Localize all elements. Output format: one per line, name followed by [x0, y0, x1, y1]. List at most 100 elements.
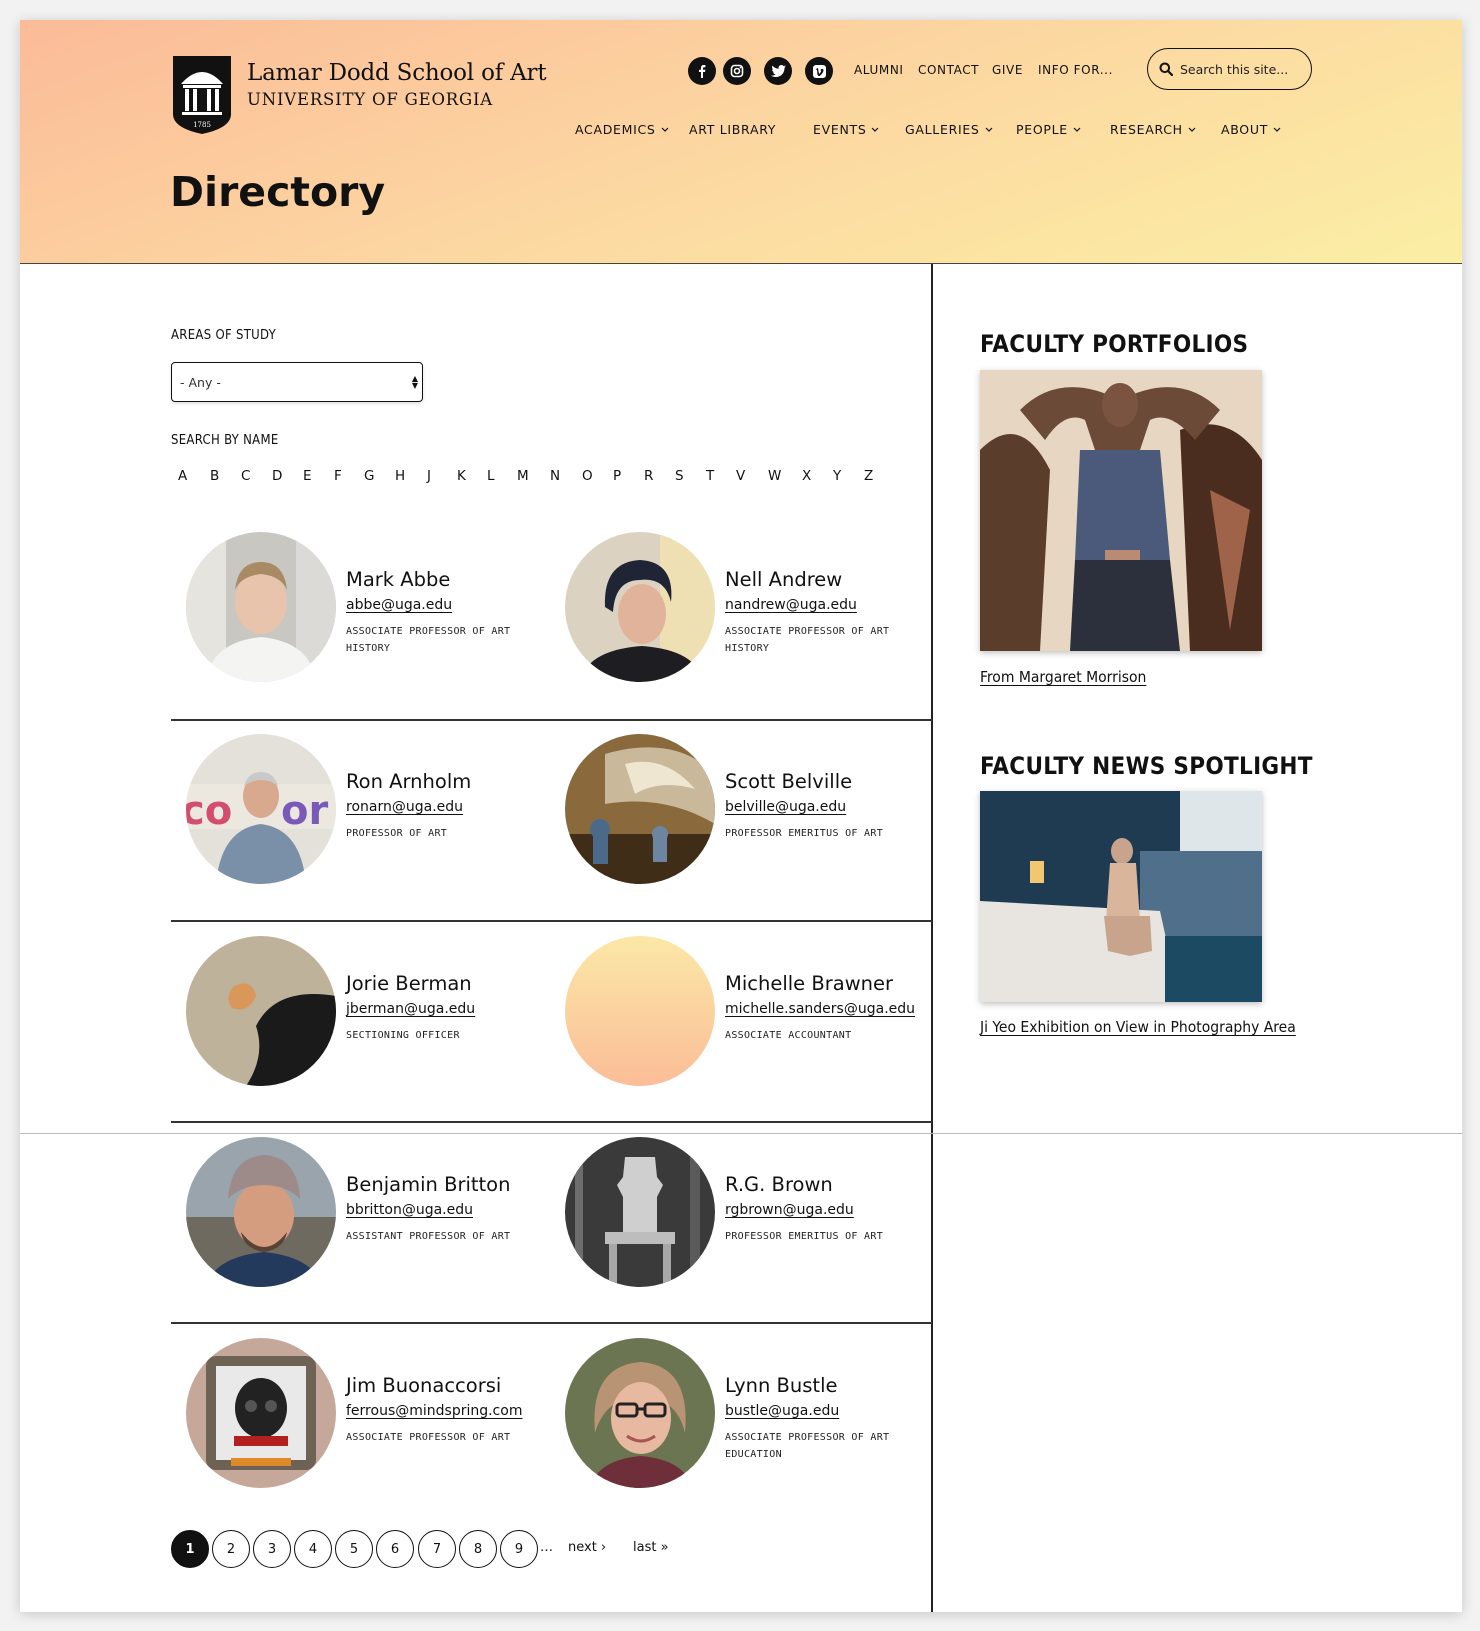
- info-for-link[interactable]: INFO FOR...: [1038, 63, 1113, 77]
- person-email[interactable]: belville@uga.edu: [725, 799, 846, 815]
- nav-label: ART LIBRARY: [689, 122, 777, 137]
- person-name[interactable]: R.G. Brown: [725, 1173, 833, 1196]
- contact-link[interactable]: CONTACT: [918, 63, 979, 77]
- letter-filter-v[interactable]: V: [736, 468, 745, 484]
- letter-filter-d[interactable]: D: [272, 468, 282, 484]
- letter-filter-x[interactable]: X: [802, 468, 811, 484]
- faculty-portfolios-heading: FACULTY PORTFOLIOS: [980, 330, 1249, 358]
- svg-text:co: co: [186, 788, 232, 834]
- person-email[interactable]: abbe@uga.edu: [346, 597, 452, 613]
- pager-page-3[interactable]: 3: [253, 1530, 291, 1568]
- pager-page-2[interactable]: 2: [212, 1530, 250, 1568]
- letter-filter-w[interactable]: W: [768, 468, 781, 484]
- school-name[interactable]: Lamar Dodd School of Art: [247, 60, 547, 86]
- page-title: Directory: [170, 168, 386, 216]
- alumni-link[interactable]: ALUMNI: [854, 63, 904, 77]
- instagram-icon[interactable]: [723, 57, 751, 85]
- site-header: 1785 Lamar Dodd School of Art UNIVERSITY…: [20, 20, 1462, 264]
- avatar[interactable]: [186, 1137, 336, 1287]
- pager-page-4[interactable]: 4: [294, 1530, 332, 1568]
- faculty-portfolio-link[interactable]: From Margaret Morrison: [980, 668, 1146, 686]
- pager-page-5[interactable]: 5: [335, 1530, 373, 1568]
- pager-page-1[interactable]: 1: [171, 1530, 209, 1568]
- avatar[interactable]: [186, 936, 336, 1086]
- letter-filter-b[interactable]: B: [210, 468, 219, 484]
- pager-next[interactable]: next ›: [568, 1540, 606, 1555]
- nav-art-library[interactable]: ART LIBRARY: [689, 122, 776, 137]
- person-email[interactable]: ronarn@uga.edu: [346, 799, 463, 815]
- letter-filter-r[interactable]: R: [644, 468, 653, 484]
- avatar[interactable]: [565, 1137, 715, 1287]
- nav-label: ACADEMICS: [575, 122, 656, 137]
- svg-text:or: or: [281, 788, 328, 834]
- person-name[interactable]: Benjamin Britton: [346, 1173, 510, 1196]
- person-name[interactable]: Jim Buonaccorsi: [346, 1374, 501, 1397]
- letter-filter-f[interactable]: F: [334, 468, 342, 484]
- uga-arch-logo[interactable]: 1785: [171, 54, 233, 136]
- letter-filter-a[interactable]: A: [178, 468, 187, 484]
- facebook-icon[interactable]: [688, 57, 716, 85]
- vimeo-icon[interactable]: [805, 57, 833, 85]
- person-name[interactable]: Michelle Brawner: [725, 972, 893, 995]
- faculty-news-link[interactable]: Ji Yeo Exhibition on View in Photography…: [980, 1018, 1296, 1036]
- avatar[interactable]: [186, 532, 336, 682]
- letter-filter-s[interactable]: S: [675, 468, 684, 484]
- site-search[interactable]: [1147, 48, 1312, 90]
- search-icon[interactable]: [1159, 62, 1173, 76]
- avatar[interactable]: [565, 734, 715, 884]
- nav-label: ABOUT: [1221, 122, 1269, 137]
- person-name[interactable]: Mark Abbe: [346, 568, 450, 591]
- avatar[interactable]: co or: [186, 734, 336, 884]
- person-name[interactable]: Ron Arnholm: [346, 770, 471, 793]
- areas-of-study-select[interactable]: - Any - ▲ ▼: [171, 362, 423, 402]
- avatar[interactable]: [565, 1338, 715, 1488]
- letter-filter-e[interactable]: E: [303, 468, 312, 484]
- nav-academics[interactable]: ACADEMICS: [575, 122, 669, 137]
- person-name[interactable]: Nell Andrew: [725, 568, 842, 591]
- faculty-news-image[interactable]: [980, 791, 1262, 1002]
- person-email[interactable]: nandrew@uga.edu: [725, 597, 857, 613]
- letter-filter-z[interactable]: Z: [864, 468, 873, 484]
- pager-last[interactable]: last »: [633, 1540, 669, 1555]
- letter-filter-h[interactable]: H: [395, 468, 405, 484]
- avatar[interactable]: [565, 532, 715, 682]
- person-email[interactable]: michelle.sanders@uga.edu: [725, 1001, 915, 1017]
- letter-filter-m[interactable]: M: [517, 468, 529, 484]
- pager-page-7[interactable]: 7: [418, 1530, 456, 1568]
- search-input[interactable]: [1180, 61, 1300, 77]
- person-email[interactable]: bbritton@uga.edu: [346, 1202, 473, 1218]
- nav-research[interactable]: RESEARCH: [1110, 122, 1196, 137]
- person-email[interactable]: bustle@uga.edu: [725, 1403, 839, 1419]
- university-name[interactable]: UNIVERSITY OF GEORGIA: [247, 90, 493, 109]
- letter-filter-n[interactable]: N: [550, 468, 560, 484]
- twitter-icon[interactable]: [764, 57, 792, 85]
- letter-filter-p[interactable]: P: [613, 468, 621, 484]
- letter-filter-g[interactable]: G: [364, 468, 374, 484]
- letter-filter-t[interactable]: T: [706, 468, 714, 484]
- person-name[interactable]: Jorie Berman: [346, 972, 472, 995]
- faculty-portfolio-image[interactable]: [980, 370, 1262, 651]
- person-email[interactable]: ferrous@mindspring.com: [346, 1403, 522, 1419]
- nav-galleries[interactable]: GALLERIES: [905, 122, 993, 137]
- pager-page-8[interactable]: 8: [459, 1530, 497, 1568]
- letter-filter-k[interactable]: K: [457, 468, 466, 484]
- nav-people[interactable]: PEOPLE: [1016, 122, 1081, 137]
- row-divider: [171, 1121, 932, 1123]
- pager-page-6[interactable]: 6: [376, 1530, 414, 1568]
- person-title: ASSOCIATE PROFESSOR OF ART HISTORY: [725, 626, 890, 654]
- nav-events[interactable]: EVENTS: [813, 122, 879, 137]
- letter-filter-o[interactable]: O: [582, 468, 593, 484]
- pager-page-9[interactable]: 9: [500, 1530, 538, 1568]
- letter-filter-y[interactable]: Y: [833, 468, 841, 484]
- person-email[interactable]: jberman@uga.edu: [346, 1001, 475, 1017]
- nav-about[interactable]: ABOUT: [1221, 122, 1281, 137]
- avatar-placeholder[interactable]: [565, 936, 715, 1086]
- letter-filter-l[interactable]: L: [487, 468, 495, 484]
- avatar[interactable]: [186, 1338, 336, 1488]
- person-name[interactable]: Lynn Bustle: [725, 1374, 838, 1397]
- person-name[interactable]: Scott Belville: [725, 770, 852, 793]
- person-email[interactable]: rgbrown@uga.edu: [725, 1202, 854, 1218]
- letter-filter-j[interactable]: J: [427, 468, 431, 484]
- give-link[interactable]: GIVE: [992, 63, 1023, 77]
- letter-filter-c[interactable]: C: [241, 468, 250, 484]
